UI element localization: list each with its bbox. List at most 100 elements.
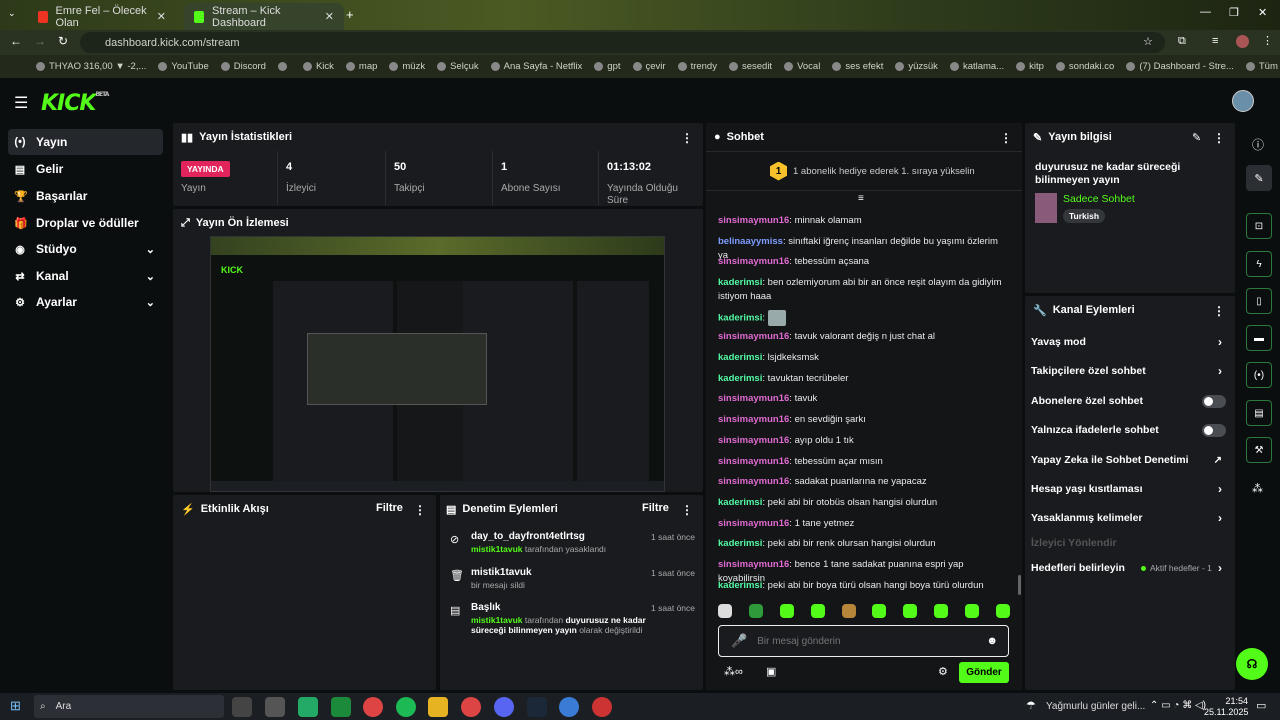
emote-icon[interactable]	[934, 604, 949, 618]
edit-icon[interactable]: ✎	[1192, 131, 1201, 144]
clock-date[interactable]: 25.11.2025	[1204, 707, 1248, 717]
info-icon[interactable]: ⓘ	[1252, 136, 1264, 153]
chat-username[interactable]: sinsimaymun16	[718, 559, 789, 570]
chevron-right-icon[interactable]: ›	[1218, 511, 1222, 525]
channel-action-item[interactable]: Abonelere özel sohbet	[1031, 391, 1226, 411]
channel-action-item[interactable]: Yasaklanmış kelimeler ›	[1031, 508, 1226, 528]
document-icon[interactable]: ▯	[1246, 288, 1272, 314]
back-icon[interactable]: ←	[10, 34, 22, 48]
new-tab-icon[interactable]: +	[346, 7, 354, 22]
store-icon[interactable]	[298, 697, 318, 717]
stream-preview-video[interactable]: KICK	[210, 236, 665, 492]
task-view-icon[interactable]	[232, 697, 252, 717]
chevron-down-icon[interactable]: ⌄	[146, 296, 155, 309]
chat-username[interactable]: sinsimaymun16	[718, 256, 789, 267]
message-icon[interactable]: ▬	[1246, 325, 1272, 351]
xbox-icon[interactable]	[331, 697, 351, 717]
filter-button[interactable]: Filtre	[376, 502, 403, 514]
toggle-switch[interactable]	[1202, 394, 1226, 408]
sidebar-item-6[interactable]: ⚙ Ayarlar ⌄	[8, 289, 163, 315]
bookmark-item[interactable]	[277, 62, 291, 71]
layout-icon[interactable]: ▤	[1246, 400, 1272, 426]
support-headset-icon[interactable]: ☊	[1236, 648, 1268, 680]
emote-icon[interactable]	[841, 604, 856, 618]
maximize-icon[interactable]: ❐	[1229, 6, 1239, 19]
spotify-icon[interactable]	[396, 697, 416, 717]
user-avatar[interactable]	[1232, 90, 1254, 112]
bookmark-item[interactable]: ses efekt	[832, 61, 883, 72]
bookmark-item[interactable]: çevir	[632, 61, 666, 72]
window-close-icon[interactable]: ✕	[1258, 6, 1267, 19]
settings-icon[interactable]: ⚙	[938, 665, 948, 678]
kebab-icon[interactable]: ⋮	[1213, 304, 1225, 318]
chevron-right-icon[interactable]: ›	[1218, 364, 1222, 378]
reload-icon[interactable]: ↻	[58, 34, 68, 48]
send-button[interactable]: Gönder	[959, 662, 1009, 683]
emote-icon[interactable]	[872, 604, 887, 618]
bookmark-item[interactable]: müzk	[389, 61, 425, 72]
file-explorer-icon[interactable]	[428, 697, 448, 717]
chat-username[interactable]: sinsimaymun16	[718, 215, 789, 226]
sidebar-item-4[interactable]: ◉ Stüdyo ⌄	[8, 236, 163, 262]
clock-time[interactable]: 21:54	[1212, 696, 1248, 706]
chat-username[interactable]: sinsimaymun16	[718, 414, 789, 425]
emote-icon[interactable]	[965, 604, 979, 618]
discord-icon[interactable]	[494, 697, 514, 717]
broadcast-icon[interactable]: (•)	[1246, 362, 1272, 388]
emoji-icon[interactable]: ☻	[986, 635, 998, 647]
chat-username[interactable]: kaderimsi	[718, 277, 762, 288]
chat-username[interactable]: kaderimsi	[718, 373, 762, 384]
chrome-icon[interactable]	[363, 697, 383, 717]
chat-username[interactable]: sinsimaymun16	[718, 476, 789, 487]
media-icon[interactable]: ≡	[1212, 35, 1218, 47]
extensions-icon[interactable]: ⧉	[1178, 35, 1186, 48]
bookmark-item[interactable]: map	[345, 61, 377, 72]
emote-icon[interactable]	[995, 604, 1010, 618]
chat-username[interactable]: sinsimaymun16	[718, 393, 789, 404]
chat-username[interactable]: sinsimaymun16	[718, 435, 789, 446]
bookmark-item[interactable]: Ana Sayfa - Netflix	[490, 61, 582, 72]
gift-icon[interactable]: ▣	[766, 665, 776, 678]
bookmark-item[interactable]: sondaki.co	[1055, 61, 1114, 72]
external-link-icon[interactable]: ↗	[1214, 455, 1222, 466]
bookmark-item[interactable]: Vocal	[784, 61, 820, 72]
filter-button[interactable]: Filtre	[642, 502, 669, 514]
menu-icon[interactable]: ⋮	[1262, 34, 1273, 47]
edit-stream-icon[interactable]: ✎	[1246, 165, 1272, 191]
emote-icon[interactable]	[810, 604, 825, 618]
chat-username[interactable]: sinsimaymun16	[718, 331, 789, 342]
chrome-icon[interactable]	[461, 697, 481, 717]
chat-scrollbar[interactable]	[1018, 575, 1021, 595]
taskbar-search[interactable]: ⌕ Ara	[34, 695, 224, 718]
kebab-icon[interactable]: ⋮	[681, 503, 693, 517]
app-icon[interactable]	[265, 697, 285, 717]
chat-username[interactable]: kaderimsi	[718, 352, 762, 363]
chevron-right-icon[interactable]: ›	[1218, 335, 1222, 349]
microphone-icon[interactable]: 🎤	[731, 633, 747, 649]
chevron-down-icon[interactable]: ⌄	[146, 270, 155, 283]
pinned-icon[interactable]: ≡	[858, 193, 864, 204]
category-link[interactable]: Sadece Sohbet	[1063, 193, 1135, 205]
chat-username[interactable]: kaderimsi	[718, 538, 762, 549]
sidebar-item-5[interactable]: ⇄ Kanal ⌄	[8, 263, 163, 289]
channel-action-item[interactable]: Yavaş mod ›	[1031, 332, 1226, 352]
flash-icon[interactable]: ϟ	[1246, 251, 1272, 277]
chevron-right-icon[interactable]: ›	[1218, 482, 1222, 496]
bookmark-item[interactable]: Kick	[302, 61, 334, 72]
channel-action-item[interactable]: Hesap yaşı kısıtlaması ›	[1031, 479, 1226, 499]
emote-icon[interactable]	[903, 604, 918, 618]
kebab-icon[interactable]: ⋮	[681, 131, 693, 145]
channel-action-item[interactable]: İzleyici Yönlendir	[1031, 533, 1226, 553]
bookmark-item[interactable]: (7) Dashboard - Stre...	[1126, 61, 1234, 72]
notification-icon[interactable]: ▭	[1256, 699, 1266, 712]
bookmark-item[interactable]: THYAO 316,00 ▼ -2,...	[36, 61, 146, 72]
hamburger-menu-icon[interactable]: ☰	[14, 93, 28, 113]
close-icon[interactable]: ✕	[325, 10, 334, 23]
bookmark-item[interactable]: Selçuk	[437, 61, 479, 72]
browser-tab-2[interactable]: Stream – Kick Dashboard ✕	[184, 3, 344, 30]
channel-action-item[interactable]: Takipçilere özel sohbet ›	[1031, 361, 1226, 381]
system-tray-icon[interactable]: ⌃ ▭ ◔ ⌘ ◁)	[1150, 700, 1206, 711]
bookmark-item[interactable]: gpt	[594, 61, 621, 72]
weather-text[interactable]: Yağmurlu günler geli...	[1046, 701, 1145, 712]
bookmark-star-icon[interactable]: ☆	[1143, 35, 1153, 48]
